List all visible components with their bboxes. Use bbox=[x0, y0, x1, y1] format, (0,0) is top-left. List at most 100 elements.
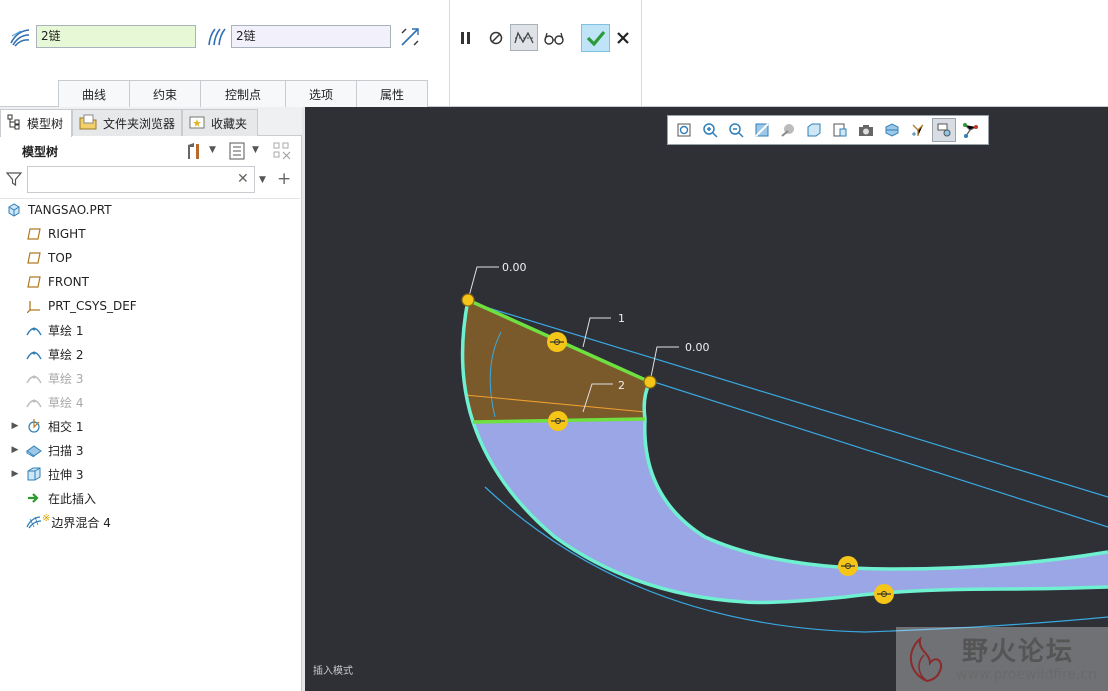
first-direction-chain-field[interactable]: 2链 bbox=[36, 25, 196, 48]
tree-item-label: RIGHT bbox=[48, 227, 86, 241]
show-list-icon[interactable] bbox=[226, 140, 248, 162]
tab-model-tree[interactable]: 模型树 bbox=[0, 109, 72, 137]
tree-item-sketch2[interactable]: 草绘 2 bbox=[0, 343, 300, 365]
model-tree-panel: 模型树 文件夹浏览器 收藏夹 模型树 ▼ ▼ ✕ ▼ + TANGSAO.PRT… bbox=[0, 107, 302, 691]
tree-item-label: 边界混合 4 bbox=[51, 515, 111, 530]
tree-item-label: FRONT bbox=[48, 275, 89, 289]
cancel-button[interactable] bbox=[614, 29, 632, 47]
show-dropdown-icon[interactable]: ▼ bbox=[252, 145, 259, 155]
tree-item-sketch3[interactable]: 草绘 3 bbox=[0, 367, 300, 389]
zoom-out-icon[interactable] bbox=[724, 118, 748, 142]
model-view[interactable]: 0.00 0.00 1 2 bbox=[305, 107, 1108, 691]
boundary-curve-direction1-icon[interactable] bbox=[8, 26, 32, 48]
tree-item-label: 扫描 3 bbox=[48, 443, 84, 458]
search-dropdown-icon[interactable]: ▼ bbox=[259, 175, 266, 185]
watermark-title: 野火论坛 bbox=[962, 637, 1075, 667]
watermark: 野火论坛 www.proewildfire.cn bbox=[896, 627, 1108, 691]
camera-icon[interactable] bbox=[854, 118, 878, 142]
clear-search-icon[interactable]: ✕ bbox=[237, 171, 249, 187]
tab-model-tree-label: 模型树 bbox=[27, 117, 64, 131]
verify-preview-icon[interactable] bbox=[510, 24, 538, 51]
tree-item-label: PRT_CSYS_DEF bbox=[48, 299, 137, 313]
sketch-icon bbox=[26, 346, 42, 362]
sweep-icon bbox=[26, 442, 42, 458]
tab-control-points[interactable]: 控制点 bbox=[200, 80, 286, 107]
repaint-icon[interactable] bbox=[750, 118, 774, 142]
tree-item-sketch4[interactable]: 草绘 4 bbox=[0, 391, 300, 413]
insert-arrow-icon bbox=[26, 490, 42, 506]
extrude-icon bbox=[26, 466, 42, 482]
tab-properties[interactable]: 属性 bbox=[356, 80, 428, 107]
boundary-curve-direction2-icon[interactable] bbox=[204, 26, 228, 48]
sketch-icon bbox=[26, 370, 42, 386]
tree-item-label: 相交 1 bbox=[48, 419, 84, 434]
tree-item-label: 在此插入 bbox=[48, 491, 97, 506]
tree-settings-icon[interactable] bbox=[183, 140, 205, 162]
tree-item-intersect1[interactable]: ▶ 相交 1 bbox=[0, 415, 300, 437]
section-icon[interactable] bbox=[880, 118, 904, 142]
drag-handle bbox=[838, 556, 858, 576]
tab-curves[interactable]: 曲线 bbox=[58, 80, 130, 107]
view-manager-icon[interactable] bbox=[828, 118, 852, 142]
blended-surface-lower bbox=[473, 419, 1108, 603]
tab-options[interactable]: 选项 bbox=[285, 80, 357, 107]
tree-item-extrude3[interactable]: ▶ 拉伸 3 bbox=[0, 463, 300, 485]
tree-search-input[interactable] bbox=[27, 166, 255, 193]
tree-filter-settings-icon[interactable] bbox=[270, 140, 294, 162]
graphics-window[interactable]: 0.00 0.00 1 2 插入模式 野火论坛 www.proewildfire… bbox=[305, 107, 1108, 691]
ribbon: 2链 2链 曲线 约束 控制点 选项 属性 bbox=[0, 0, 1108, 107]
tree-item-csys[interactable]: PRT_CSYS_DEF bbox=[0, 295, 300, 317]
model-tree-header: 模型树 bbox=[22, 145, 59, 159]
display-style-icon[interactable] bbox=[776, 118, 800, 142]
ribbon-divider-2 bbox=[641, 0, 642, 106]
expand-arrow-icon[interactable]: ▶ bbox=[10, 421, 20, 431]
tree-item-insert-here[interactable]: 在此插入 bbox=[0, 487, 300, 509]
part-icon bbox=[6, 202, 22, 218]
tree-item-part[interactable]: TANGSAO.PRT bbox=[0, 199, 300, 221]
expand-arrow-icon[interactable]: ▶ bbox=[10, 445, 20, 455]
tree-item-front[interactable]: FRONT bbox=[0, 271, 300, 293]
tree-item-label: 草绘 3 bbox=[48, 371, 84, 386]
annotation-display-icon[interactable] bbox=[932, 118, 956, 142]
spin-center-icon[interactable] bbox=[958, 118, 982, 142]
boundary-blend-icon bbox=[26, 514, 42, 530]
tree-item-boundary-blend4[interactable]: ※ 边界混合 4 bbox=[0, 511, 300, 533]
drag-handle bbox=[548, 411, 568, 431]
tree-settings-dropdown-icon[interactable]: ▼ bbox=[209, 145, 216, 155]
reference-line bbox=[650, 380, 1108, 528]
tree-item-label: 拉伸 3 bbox=[48, 467, 84, 482]
tab-favorites[interactable]: 收藏夹 bbox=[182, 109, 258, 136]
tab-favorites-label: 收藏夹 bbox=[211, 116, 248, 131]
tree-item-label: 草绘 2 bbox=[48, 347, 84, 362]
glasses-icon[interactable] bbox=[542, 28, 566, 48]
tab-folder-browser[interactable]: 文件夹浏览器 bbox=[72, 109, 182, 136]
filter-icon[interactable] bbox=[5, 170, 23, 188]
tree-item-sweep3[interactable]: ▶ 扫描 3 bbox=[0, 439, 300, 461]
favorites-icon bbox=[189, 115, 205, 132]
second-direction-chain-field[interactable]: 2链 bbox=[231, 25, 391, 48]
leader-line bbox=[467, 266, 499, 301]
model-tree-icon bbox=[7, 114, 21, 133]
refit-icon[interactable] bbox=[672, 118, 696, 142]
tree-item-top[interactable]: TOP bbox=[0, 247, 300, 269]
approximate-blend-icon[interactable] bbox=[398, 25, 422, 49]
watermark-url: www.proewildfire.cn bbox=[956, 667, 1098, 683]
tree-item-sketch1[interactable]: 草绘 1 bbox=[0, 319, 300, 341]
tree-item-label: 草绘 1 bbox=[48, 323, 84, 338]
dashboard-tabs: 曲线 约束 控制点 选项 属性 bbox=[58, 80, 428, 107]
drag-handle bbox=[547, 332, 567, 352]
tree-item-right[interactable]: RIGHT bbox=[0, 223, 300, 245]
pause-icon[interactable] bbox=[456, 28, 476, 48]
tab-constraints[interactable]: 约束 bbox=[129, 80, 201, 107]
saved-views-icon[interactable] bbox=[802, 118, 826, 142]
no-preview-icon[interactable] bbox=[486, 28, 506, 48]
zoom-in-icon[interactable] bbox=[698, 118, 722, 142]
add-filter-icon[interactable]: + bbox=[277, 169, 291, 189]
expand-arrow-icon[interactable]: ▶ bbox=[10, 469, 20, 479]
datum-display-icon[interactable] bbox=[906, 118, 930, 142]
status-text: 插入模式 bbox=[313, 666, 353, 677]
ok-button[interactable] bbox=[581, 24, 610, 52]
tab-folder-browser-label: 文件夹浏览器 bbox=[103, 116, 176, 131]
datum-plane-icon bbox=[26, 226, 42, 242]
tangency-value-left: 0.00 bbox=[502, 261, 527, 274]
